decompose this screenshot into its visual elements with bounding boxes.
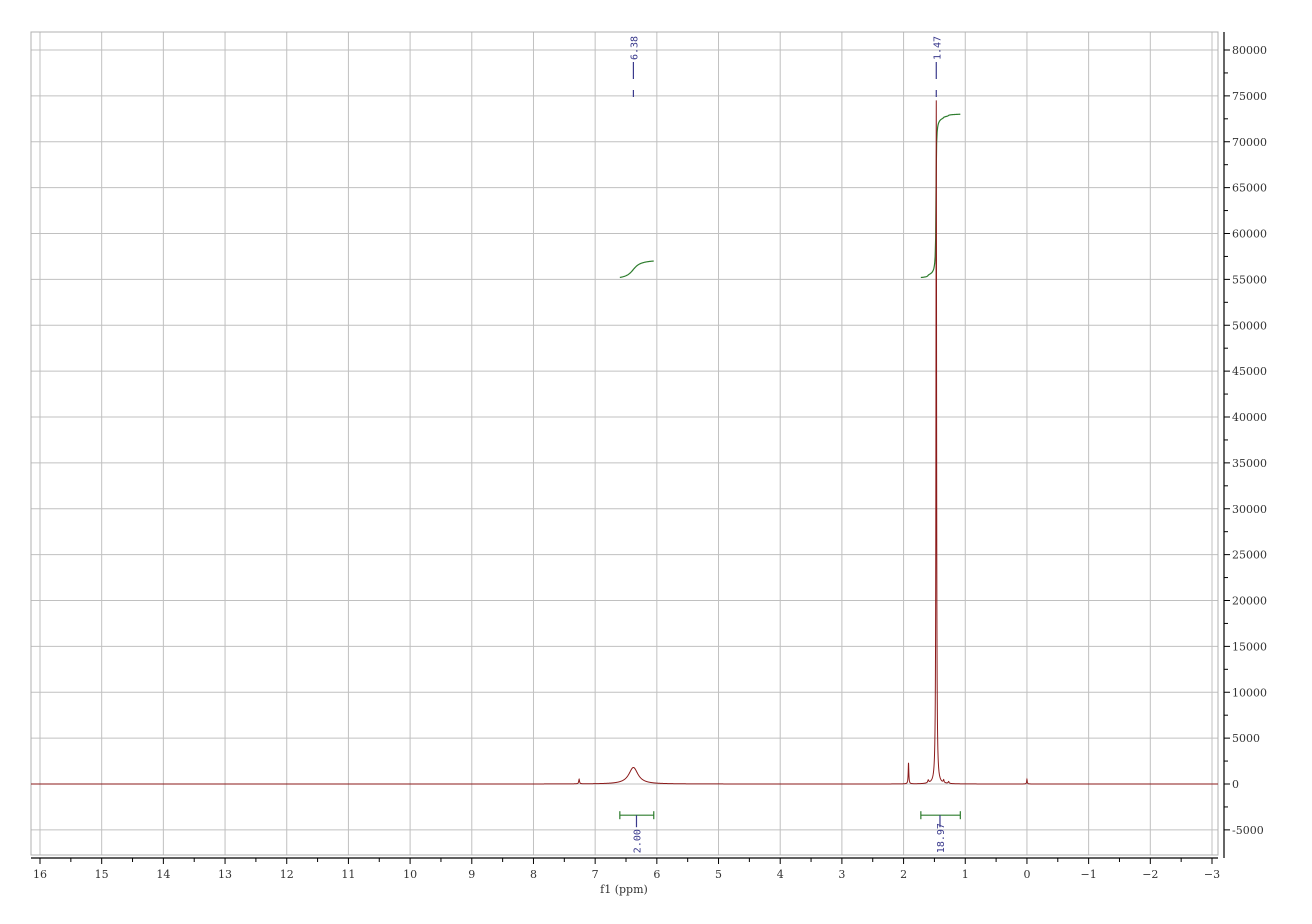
integral-curves — [619, 113, 961, 279]
y-tick-label: 25000 — [1232, 549, 1267, 562]
y-tick-label: 0 — [1232, 778, 1239, 791]
y-tick-label: 50000 — [1232, 319, 1267, 332]
y-tick-label: 40000 — [1232, 411, 1267, 424]
y-tick-label: 80000 — [1232, 44, 1267, 57]
integral-curve — [920, 113, 961, 279]
peak-label: 1.47 — [932, 36, 943, 60]
integral-curve — [619, 260, 654, 279]
x-tick-label: 12 — [280, 868, 294, 881]
x-tick-label: 3 — [838, 868, 845, 881]
y-tick-label: 75000 — [1232, 90, 1267, 103]
y-tick-label: 20000 — [1232, 595, 1267, 608]
x-tick-label: −3 — [1204, 868, 1220, 881]
x-tick-label: −1 — [1081, 868, 1097, 881]
integral-brackets: 2.00 18.97 — [619, 811, 961, 853]
x-tick-label: 9 — [468, 868, 475, 881]
x-tick-label: 7 — [592, 868, 599, 881]
x-tick-label: 10 — [403, 868, 417, 881]
x-tick-label: 5 — [715, 868, 722, 881]
integral-value-label: 2.00 — [632, 829, 643, 853]
integral-value-label: 18.97 — [936, 823, 947, 853]
y-tick-label: 45000 — [1232, 365, 1267, 378]
y-tick-label: 65000 — [1232, 182, 1267, 195]
x-tick-label: 8 — [530, 868, 537, 881]
x-tick-label: 16 — [33, 868, 47, 881]
y-tick-label: 15000 — [1232, 640, 1267, 653]
x-tick-label: 14 — [156, 868, 170, 881]
x-tick-label: −2 — [1142, 868, 1158, 881]
x-tick-label: 13 — [218, 868, 232, 881]
plot-frame — [30, 31, 1219, 856]
x-tick-label: 0 — [1023, 868, 1030, 881]
x-tick-label: 6 — [653, 868, 660, 881]
y-tick-label: 70000 — [1232, 136, 1267, 149]
x-axis: 16 15 14 13 12 11 10 9 8 7 6 5 4 3 2 1 0 −1 −2 −3 — [31, 857, 1220, 881]
y-tick-label: -5000 — [1232, 824, 1264, 837]
y-tick-label: 30000 — [1232, 503, 1267, 516]
y-tick-label: 60000 — [1232, 228, 1267, 241]
nmr-spectrum-chart: 6.38 1.47 2.00 18.97 16 15 14 13 12 11 10 9 8 7 6 5 4 3… — [30, 31, 1267, 896]
grid — [31, 32, 1218, 855]
x-tick-label: 2 — [900, 868, 907, 881]
x-axis-label: f1 (ppm) — [600, 883, 648, 896]
peak-labels: 6.38 1.47 — [629, 36, 943, 97]
x-tick-label: 4 — [777, 868, 784, 881]
peak-label: 6.38 — [629, 36, 640, 60]
x-tick-label: 1 — [962, 868, 969, 881]
y-tick-label: 35000 — [1232, 457, 1267, 470]
spectrum-line — [31, 100, 1218, 785]
y-tick-label: 10000 — [1232, 686, 1267, 699]
y-axis: 8000075000700006500060000550005000045000… — [1223, 32, 1267, 858]
y-tick-label: 5000 — [1232, 732, 1260, 745]
y-tick-label: 55000 — [1232, 273, 1267, 286]
x-tick-label: 15 — [95, 868, 109, 881]
x-tick-label: 11 — [341, 868, 355, 881]
